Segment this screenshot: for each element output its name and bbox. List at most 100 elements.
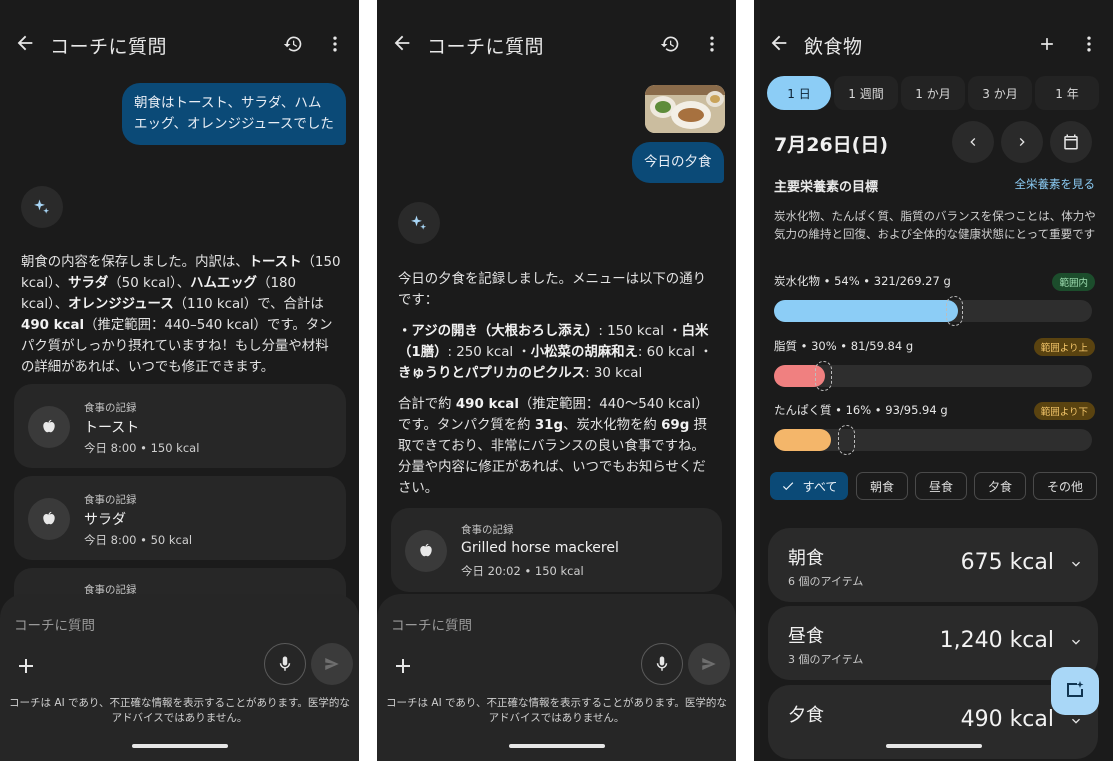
filter-chip-other[interactable]: その他 [1033,472,1097,500]
status-badge: 範囲より下 [1033,402,1095,420]
fat-label: 脂質 • 30% • 81/59.84 g [774,339,914,353]
carbs-label: 炭水化物 • 54% • 321/269.27 g [774,274,951,288]
mic-button[interactable] [641,643,683,685]
filter-chip-dinner[interactable]: 夕食 [974,472,1026,500]
calendar-button[interactable] [1050,121,1092,163]
chat-sparkle-icon [1067,681,1084,697]
meal-kcal: 675 kcal [960,550,1054,575]
protein-progress-bar [774,425,1092,455]
sparkle-icon [34,199,50,214]
history-icon[interactable] [658,32,682,56]
meal-log-card[interactable]: 食事の記録 サラダ 今日 8:00 • 50 kcal [14,476,346,560]
user-message: 今日の夕食 [632,142,724,183]
chevron-left-icon [970,138,976,146]
status-badge: 範囲内 [1052,273,1095,291]
back-arrow-icon[interactable] [14,32,36,54]
more-vert-icon[interactable] [700,32,724,56]
back-arrow-icon[interactable] [768,32,790,54]
item-count: 3 個のアイテム [788,653,864,666]
calendar-icon [1064,134,1078,150]
meal-time-kcal: 今日 8:00 • 50 kcal [84,533,193,547]
food-icon-circle [405,530,447,572]
send-button[interactable] [688,643,730,685]
meal-time-kcal: 今日 8:00 • 150 kcal [84,441,200,455]
meal-summary-lunch[interactable]: 昼食 3 個のアイテム 1,240 kcal [768,606,1098,680]
mic-icon [279,656,291,671]
chat-input[interactable]: コーチに質問 [391,614,472,634]
more-vert-icon[interactable] [323,32,347,56]
app-bar: コーチに質問 [377,24,736,64]
chevron-down-icon[interactable] [1068,713,1084,729]
meal-kcal: 490 kcal [960,707,1054,732]
prev-day-button[interactable] [952,121,994,163]
sparkle-icon [411,215,427,230]
coach-chat-screen-breakfast: コーチに質問 朝食はトースト、サラダ、ハムエッグ、オレンジジュースでした 朝食の… [0,0,359,761]
meal-name: 昼食 [788,626,824,647]
page-title: 飲食物 [804,36,863,58]
meal-name: サラダ [84,512,126,528]
chevron-down-icon[interactable] [1068,556,1084,572]
send-icon [702,658,716,670]
home-indicator [131,744,228,748]
response-intro: 今日の夕食を記録しました。メニューは以下の通りです： [398,272,706,308]
app-bar: 飲食物 [754,24,1113,64]
meal-log-card[interactable]: 食事の記録 Grilled horse mackerel 今日 20:02 • … [391,508,722,592]
more-vert-icon[interactable] [1077,32,1101,56]
filter-chip-breakfast[interactable]: 朝食 [856,472,908,500]
date-title: 7月26日(日) [774,134,889,156]
add-icon[interactable] [391,654,415,678]
carbs-progress-bar [774,296,1092,326]
chat-input-panel: コーチに質問 コーチは AI であり、不正確な情報を表示することがあります。医学… [0,594,359,761]
tab-1-week[interactable]: 1 週間 [834,76,898,110]
food-icon-circle [28,406,70,448]
page-title: コーチに質問 [50,36,168,58]
user-message: 朝食はトースト、サラダ、ハムエッグ、オレンジジュースでした [122,83,346,145]
protein-target-marker [838,425,855,455]
meal-summary-breakfast[interactable]: 朝食 6 個のアイテム 675 kcal [768,528,1098,602]
ai-disclaimer: コーチは AI であり、不正確な情報を表示することがあります。医学的なアドバイス… [386,697,727,724]
history-icon[interactable] [281,32,305,56]
tab-1-month[interactable]: 1 か月 [901,76,965,110]
chat-input-panel: コーチに質問 コーチは AI であり、不正確な情報を表示することがあります。医学… [377,594,736,761]
mic-button[interactable] [264,643,306,685]
meal-name: 朝食 [788,548,824,569]
home-indicator [508,744,605,748]
coach-response: 今日の夕食を記録しました。メニューは以下の通りです： ・アジの開き（大根おろし添… [398,269,716,499]
next-day-button[interactable] [1001,121,1043,163]
add-icon[interactable] [1035,32,1059,56]
tab-3-months[interactable]: 3 か月 [968,76,1032,110]
apple-icon [43,419,55,433]
view-all-nutrients-link[interactable]: 全栄養素を見る [1015,176,1096,192]
coach-response: 朝食の内容を保存しました。内訳は、トースト（150 kcal）、サラダ（50 k… [21,255,341,375]
chat-input[interactable]: コーチに質問 [14,614,95,634]
ai-disclaimer: コーチは AI であり、不正確な情報を表示することがあります。医学的なアドバイス… [9,697,350,724]
home-indicator [885,744,982,748]
send-button[interactable] [311,643,353,685]
meal-name: Grilled horse mackerel [461,540,619,556]
chevron-down-icon[interactable] [1068,634,1084,650]
meal-time-kcal: 今日 20:02 • 150 kcal [461,564,584,578]
fat-target-marker [815,361,832,391]
card-label: 食事の記録 [84,402,137,414]
check-icon [782,482,793,491]
tab-1-day[interactable]: 1 日 [767,76,831,110]
meal-photo[interactable] [645,85,725,133]
coach-avatar [398,202,440,244]
app-bar: コーチに質問 [0,24,359,64]
coach-avatar [21,186,63,228]
meal-log-card[interactable]: 食事の記録 トースト 今日 8:00 • 150 kcal [14,384,346,468]
coach-fab-button[interactable] [1051,667,1099,715]
fat-progress-bar [774,361,1092,391]
tab-1-year[interactable]: 1 年 [1035,76,1099,110]
coach-chat-screen-dinner: コーチに質問 今日の夕食 今日の夕食を記録しました。メニューは以下の通りです： … [377,0,736,761]
meal-name: 夕食 [788,705,824,726]
macro-goals-title: 主要栄養素の目標 [774,180,879,195]
filter-chip-all[interactable]: すべて [770,472,848,500]
protein-label: たんぱく質 • 16% • 93/95.94 g [774,403,948,417]
response-summary: 合計で約 490 kcal（推定範囲：440〜540 kcal）です。タンパク質… [398,397,709,496]
back-arrow-icon[interactable] [391,32,413,54]
filter-chip-lunch[interactable]: 昼食 [915,472,967,500]
menu-list: ・アジの開き（大根おろし添え）: 150 kcal ・白米（1膳）: 250 k… [398,324,713,381]
meal-kcal: 1,240 kcal [939,628,1054,653]
add-icon[interactable] [14,654,38,678]
